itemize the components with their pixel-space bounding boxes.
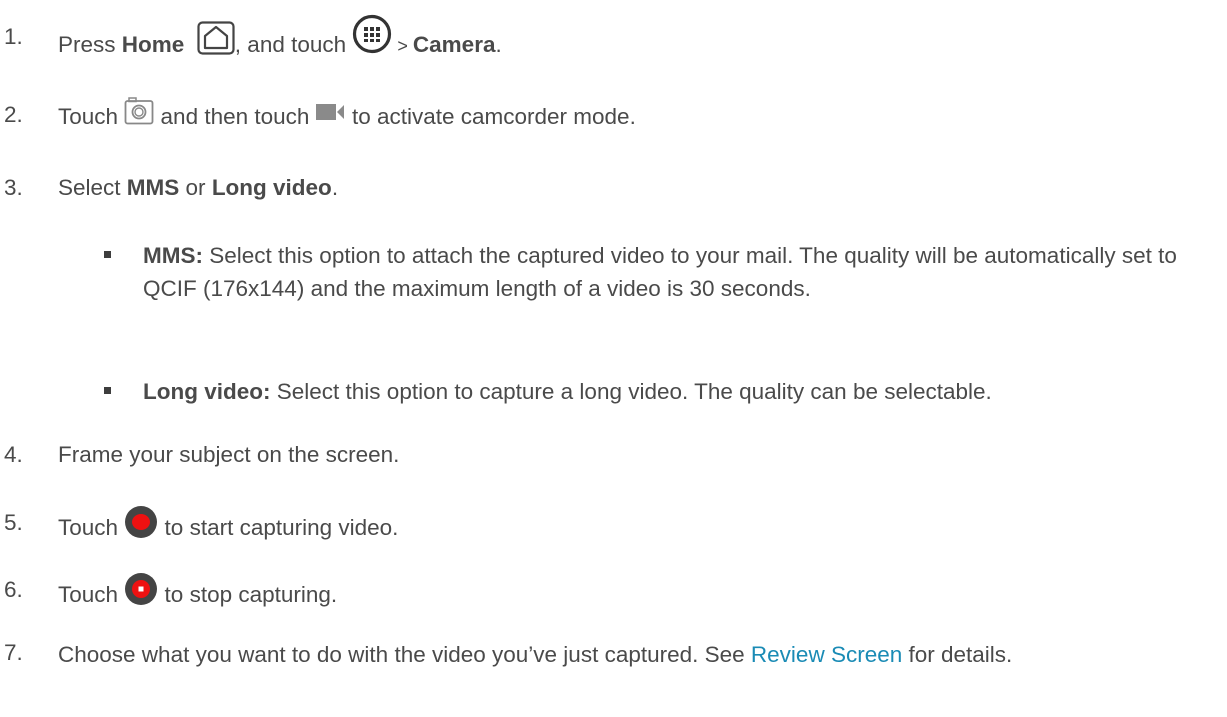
step-number: 3. bbox=[4, 175, 23, 200]
step-number: 6. bbox=[4, 577, 23, 602]
step-number: 5. bbox=[4, 510, 23, 535]
step-text: Touch and then touch to activate camcord… bbox=[58, 97, 636, 136]
apps-icon bbox=[352, 14, 392, 62]
step-number: 4. bbox=[4, 442, 23, 467]
camera-mode-icon bbox=[124, 97, 154, 133]
step-number: 1. bbox=[4, 24, 23, 49]
review-screen-link[interactable]: Review Screen bbox=[751, 642, 902, 667]
step-number: 2. bbox=[4, 102, 23, 127]
record-icon bbox=[124, 505, 158, 547]
option-text: MMS: Select this option to attach the ca… bbox=[143, 243, 1177, 301]
option-text: Long video: Select this option to captur… bbox=[143, 379, 992, 404]
step-text: Frame your subject on the screen. bbox=[58, 442, 400, 467]
step-number: 7. bbox=[4, 640, 23, 665]
step-text: Touch to stop capturing. bbox=[58, 572, 337, 617]
step-text: Press Home , and touch > Camera. bbox=[58, 14, 502, 70]
stop-icon bbox=[124, 572, 158, 614]
bullet bbox=[104, 251, 111, 258]
step-text: Select MMS or Long video. bbox=[58, 175, 339, 200]
camcorder-icon bbox=[315, 99, 346, 129]
bullet bbox=[104, 387, 111, 394]
step-text: Touch to start capturing video. bbox=[58, 505, 398, 550]
step-text: Choose what you want to do with the vide… bbox=[58, 642, 1013, 667]
home-icon bbox=[197, 21, 235, 63]
